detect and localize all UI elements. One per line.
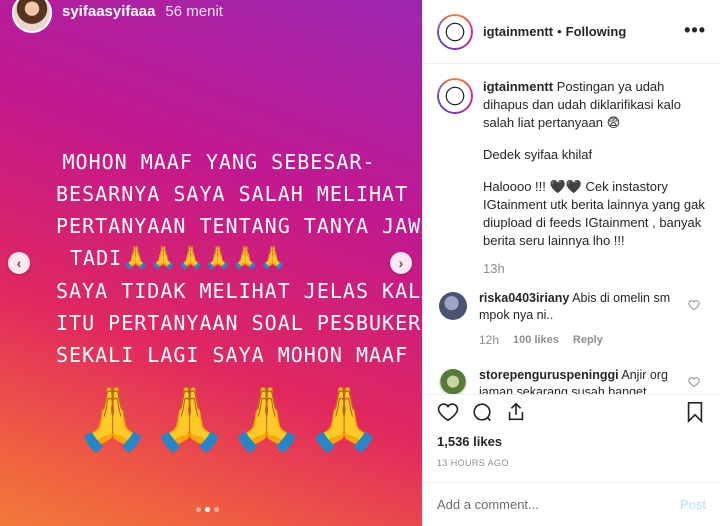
likes-count[interactable]: 1,536 likes [437, 434, 502, 449]
praying-hands-emoji: 🙏 [228, 385, 306, 454]
caption: igtainmentt Postingan ya udah dihapus da… [437, 78, 706, 278]
caption-paragraph: igtainmentt Postingan ya udah dihapus da… [483, 78, 706, 132]
story-line-text: TADI [70, 246, 123, 270]
more-options-icon[interactable]: ••• [684, 21, 706, 39]
comment-button[interactable] [469, 399, 495, 425]
heart-icon [437, 402, 459, 421]
story-line: PERTANYAAN TENTANG TANYA JAWAB [56, 214, 422, 238]
comment-heart-icon[interactable] [688, 298, 702, 312]
story-line: MOHON MAAF YANG SEBESAR- [62, 150, 376, 174]
comments-section[interactable]: igtainmentt Postingan ya udah dihapus da… [423, 64, 720, 394]
comment-item: storepenguruspeninggi Anjir org jaman se… [437, 367, 706, 394]
author-username[interactable]: igtainmentt [483, 24, 553, 39]
add-comment-bar: Post [423, 482, 720, 526]
separator-dot: • [557, 24, 562, 39]
post-media[interactable]: syifaasyifaaa 56 menit MOHON MAAF YANG S… [0, 0, 422, 526]
add-comment-input[interactable] [437, 497, 680, 512]
share-icon [508, 402, 524, 420]
story-line: BESARNYA SAYA SALAH MELIHAT [56, 182, 409, 206]
like-button[interactable] [435, 399, 461, 425]
comment-item: riska0403iriany Abis di omelin sm mpok n… [437, 290, 706, 349]
caption-username[interactable]: igtainmentt [483, 79, 553, 94]
story-line-text: SEKALI LAGI SAYA MOHON MAAF [56, 343, 409, 367]
commenter-username[interactable]: riska0403iriany [479, 291, 569, 305]
story-header: syifaasyifaaa 56 menit [12, 0, 223, 34]
story-avatar[interactable] [12, 0, 52, 33]
action-bar [423, 394, 720, 428]
comment-meta: 12h 100 likes Reply [479, 332, 679, 349]
comment-likes[interactable]: 100 likes [513, 332, 559, 349]
comment-time: 12h [479, 333, 500, 347]
story-line: SAYA TIDAK MELIHAT JELAS KALAU [56, 279, 422, 303]
comment-heart-icon[interactable] [688, 375, 702, 389]
carousel-dot [214, 507, 219, 512]
story-time: 56 menit [165, 2, 223, 20]
comment-body: storepenguruspeninggi Anjir org jaman se… [479, 367, 679, 394]
caption-avatar-image [439, 80, 471, 112]
caption-time: 13h [483, 261, 505, 276]
save-button[interactable] [682, 399, 708, 425]
carousel-prev-button[interactable]: ‹ [8, 252, 30, 274]
caption-paragraph: Dedek syifaa khilaf [483, 147, 593, 162]
carousel-dot-active [205, 507, 210, 512]
share-button[interactable] [503, 399, 529, 425]
author-avatar-image [439, 15, 471, 48]
story-line-tadi: TADI🙏🙏🙏🙏🙏🙏 [56, 242, 382, 275]
caption-body: igtainmentt Postingan ya udah dihapus da… [483, 78, 706, 278]
carousel-indicator [196, 507, 219, 512]
carousel-next-button[interactable]: › [390, 252, 412, 274]
commenter-username[interactable]: storepenguruspeninggi [479, 368, 619, 382]
follow-status-button[interactable]: Following [566, 24, 627, 39]
story-username[interactable]: syifaasyifaaa [62, 3, 155, 20]
praying-hands-emoji: 🙏 [151, 385, 229, 454]
author-avatar[interactable] [437, 13, 473, 50]
praying-hands-emoji: 🙏 [305, 385, 383, 454]
praying-hands-emoji: 🙏 [74, 385, 152, 454]
story-line-last: SEKALI LAGI SAYA MOHON MAAF 🙏 [56, 339, 422, 372]
story-text: MOHON MAAF YANG SEBESAR- BESARNYA SAYA S… [56, 146, 422, 372]
bookmark-icon [687, 401, 703, 423]
chevron-left-icon: ‹ [16, 255, 22, 271]
caption-paragraph: Haloooo !!! 🖤🖤 Cek instastory IGtainment… [483, 179, 705, 248]
comment-reply-button[interactable]: Reply [573, 332, 603, 349]
story-line: ITU PERTANYAAN SOAL PESBUKERS [56, 311, 422, 335]
post-header: igtainmentt • Following ••• [423, 0, 720, 64]
post-comment-button[interactable]: Post [680, 497, 706, 512]
post-side-panel: igtainmentt • Following ••• igtainmentt … [422, 0, 720, 526]
commenter-avatar[interactable] [439, 369, 467, 394]
caption-avatar[interactable] [437, 78, 473, 114]
praying-hands-emoji-row: 🙏🙏🙏🙏🙏🙏 [122, 246, 287, 271]
comment-icon [473, 402, 491, 421]
carousel-dot [196, 507, 201, 512]
big-praying-hands-row: 🙏 🙏 🙏 🙏 [74, 384, 383, 456]
commenter-avatar[interactable] [439, 292, 467, 320]
comment-body: riska0403iriany Abis di omelin sm mpok n… [479, 290, 679, 349]
chevron-right-icon: › [398, 255, 404, 271]
post-timestamp[interactable]: 13 HOURS AGO [437, 458, 509, 468]
